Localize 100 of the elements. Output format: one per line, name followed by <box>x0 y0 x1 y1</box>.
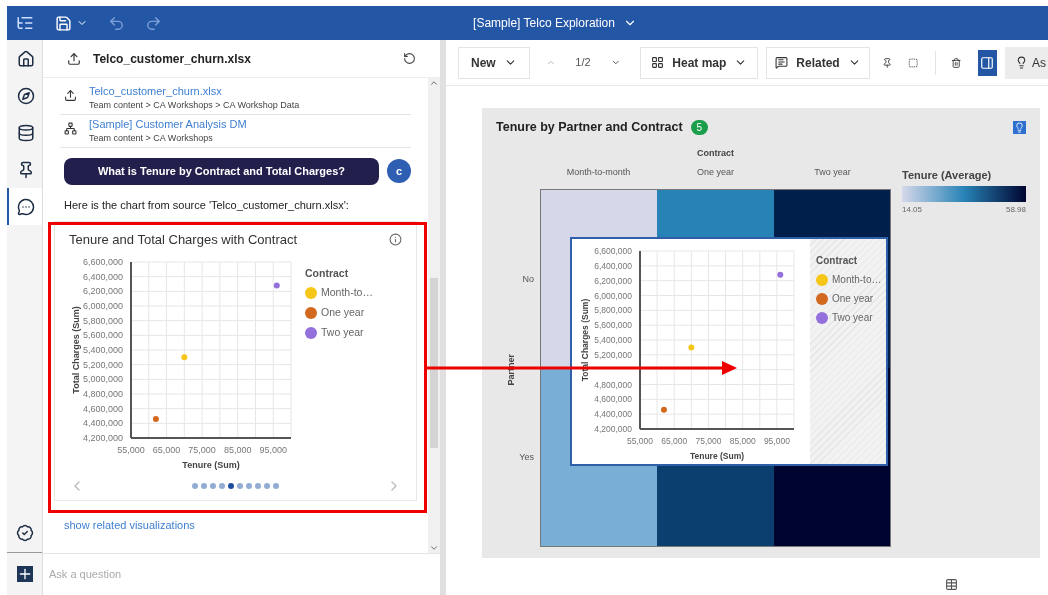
axis-tick-label: 95,000 <box>763 436 790 446</box>
ask-button[interactable]: As <box>1005 46 1048 79</box>
source-path: Team content > CA Workshops > CA Workshop Data <box>89 99 300 112</box>
scroll-thumb[interactable] <box>430 278 438 448</box>
axis-tick-label: 4,600,000 <box>82 403 123 414</box>
column-label: Month-to-month <box>565 166 632 180</box>
legend-title: Contract <box>816 254 859 268</box>
legend-title: Tenure (Average) <box>902 167 993 183</box>
upload-icon <box>64 89 77 102</box>
trash-icon[interactable] <box>951 55 962 70</box>
info-icon[interactable] <box>389 233 402 247</box>
user-avatar: c <box>387 159 411 184</box>
upload-icon <box>67 51 81 66</box>
scale-label: 58.98 <box>1005 204 1026 217</box>
row-label: No <box>522 273 534 286</box>
axis-tick-label: 6,200,000 <box>594 275 632 286</box>
axis-tick-label: 6,400,000 <box>594 260 632 271</box>
page-indicator: 1/2 <box>575 55 591 71</box>
source-title: Telco_customer_churn.xlsx <box>93 50 251 68</box>
axis-tick-label: 75,000 <box>188 444 216 455</box>
axis-tick-label: 4,800,000 <box>594 379 632 390</box>
table-icon[interactable] <box>944 578 958 591</box>
axis-tick-label: 5,800,000 <box>82 315 123 326</box>
axis-tick-label: 65,000 <box>152 444 181 455</box>
axis-tick-label: 6,400,000 <box>82 271 123 282</box>
axis-tick-label: 4,800,000 <box>82 388 123 399</box>
axis-tick-label: 5,200,000 <box>594 349 632 360</box>
axis-tick-label: 5,600,000 <box>594 320 632 331</box>
axis-tick-label: 6,000,000 <box>82 300 123 311</box>
module-icon <box>64 122 77 135</box>
legend-label: One year <box>321 305 365 320</box>
axis-tick-label: 55,000 <box>117 444 145 455</box>
axis-tick-label: 55,000 <box>627 436 653 446</box>
plus-icon <box>16 566 33 582</box>
axis-tick-label: 65,000 <box>661 436 688 446</box>
legend-label: Two year <box>832 311 873 325</box>
axis-tick-label: 95,000 <box>259 444 287 455</box>
window-title: [Sample] Telco Exploration <box>473 15 615 32</box>
scroll-down-icon[interactable] <box>429 543 439 553</box>
axis-tick-label: 4,200,000 <box>82 432 123 443</box>
legend-title: Contract <box>305 265 350 281</box>
legend-label: Month-to… <box>832 273 882 287</box>
source-path: Team content > CA Workshops <box>89 132 214 145</box>
database-icon <box>16 123 35 142</box>
axis-title: Tenure (Sum) <box>689 451 745 461</box>
axis-tick-label: 75,000 <box>695 436 722 446</box>
undo-icon[interactable] <box>108 14 125 32</box>
axis-tick-label: 4,600,000 <box>594 394 632 405</box>
panel-icon <box>980 55 995 70</box>
axis-tick-label: 5,800,000 <box>594 305 632 316</box>
axis-tick-label: 4,400,000 <box>82 417 123 428</box>
card-title: Tenure and Total Charges with Contract <box>69 231 298 249</box>
axis-tick-label: 6,600,000 <box>594 246 632 256</box>
count-badge: 5 <box>690 119 709 135</box>
axis-tick-label: 85,000 <box>729 436 756 446</box>
question-bubble: What is Tenure by Contract and Total Charges? <box>63 158 379 185</box>
axis-tick-label: 5,600,000 <box>82 329 123 340</box>
axis-tick-label: 5,400,000 <box>594 335 632 345</box>
save-icon[interactable] <box>55 14 72 32</box>
axis-tick-label: 6,600,000 <box>82 256 123 267</box>
axis-tick-label: 4,400,000 <box>594 409 632 420</box>
visualization-type-button[interactable]: Heat map <box>640 46 759 79</box>
axis-title: Partner <box>505 353 517 386</box>
row-label: Yes <box>519 451 534 464</box>
panel-toggle-button[interactable] <box>977 49 997 76</box>
axis-tick-label: 5,000,000 <box>82 373 123 384</box>
visualization-title: Tenure by Partner and Contract <box>496 119 683 136</box>
related-button[interactable]: Related <box>766 46 870 79</box>
axis-tick-label: 6,000,000 <box>594 290 632 301</box>
select-icon[interactable] <box>908 55 919 70</box>
axis-tick-label: 6,200,000 <box>82 285 123 296</box>
new-button[interactable]: New <box>458 46 530 79</box>
legend-label: Two year <box>321 324 364 340</box>
axis-title: Contract <box>696 146 735 160</box>
column-label: One year <box>696 166 735 180</box>
source-link[interactable]: Telco_customer_churn.xlsx <box>89 84 300 99</box>
question-field[interactable]: Ask a question <box>49 566 434 583</box>
insight-icon[interactable] <box>1013 120 1026 134</box>
scale-label: 14.05 <box>902 204 923 217</box>
chat-icon <box>775 56 789 69</box>
axis-tick-label: 85,000 <box>223 444 252 455</box>
redo-icon[interactable] <box>145 14 162 32</box>
menu-icon[interactable] <box>16 14 34 32</box>
legend-label: Month-to… <box>321 285 373 301</box>
pin-icon[interactable] <box>881 55 893 70</box>
scroll-up-icon[interactable] <box>429 78 439 88</box>
scrollbar[interactable] <box>428 78 440 553</box>
reset-icon[interactable] <box>403 52 416 65</box>
chat-icon <box>16 197 35 216</box>
answer-text: Here is the chart from source 'Telco_customer_churn.xlsx': <box>63 197 350 213</box>
related-link[interactable]: show related visualizations <box>60 517 411 534</box>
axis-tick-label: 5,200,000 <box>82 359 123 370</box>
axis-tick-label: 4,200,000 <box>594 424 632 434</box>
axis-title: Total Charges (Sum) <box>71 305 81 394</box>
source-link[interactable]: [Sample] Customer Analysis DM <box>89 117 247 132</box>
legend-label: One year <box>832 292 874 306</box>
axis-tick-label: 5,400,000 <box>82 344 123 355</box>
column-label: Two year <box>813 166 852 180</box>
home-icon <box>16 49 35 68</box>
grid-icon <box>651 56 665 69</box>
